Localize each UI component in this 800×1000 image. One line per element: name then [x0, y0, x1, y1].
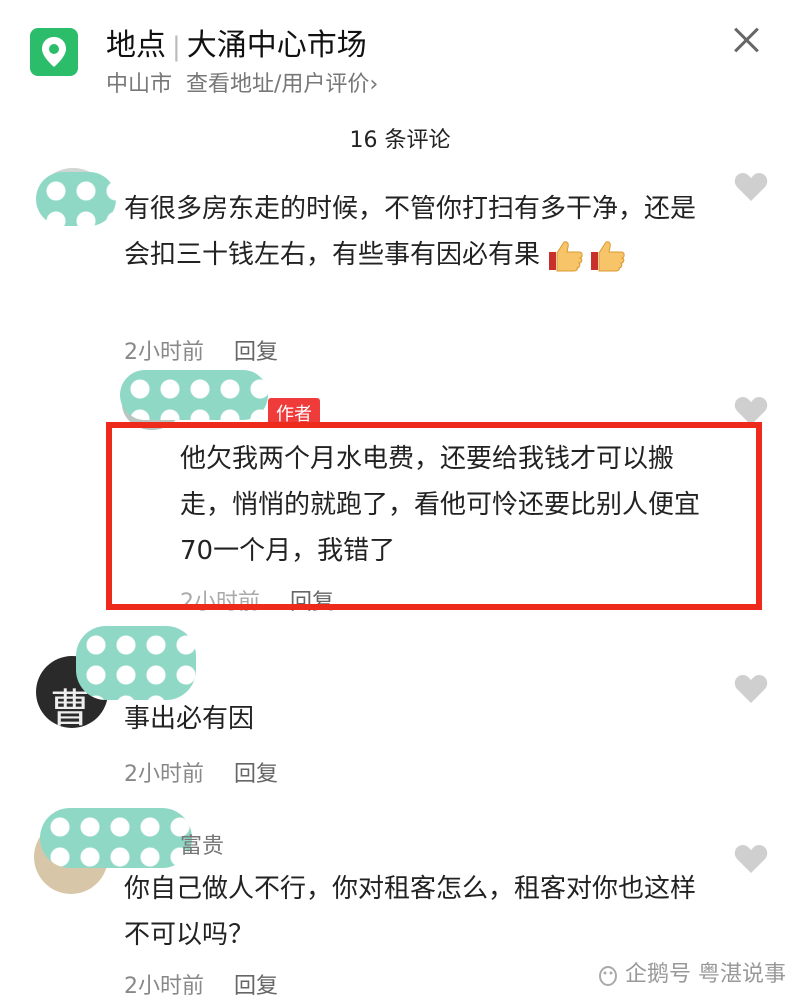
location-title[interactable]: 地点 | 大涌中心市场 — [106, 20, 367, 64]
comment-time: 2小时前 — [124, 974, 204, 999]
like-heart-icon[interactable] — [734, 172, 768, 202]
comment-meta: 2小时前 回复 — [124, 756, 278, 788]
reply-button[interactable]: 回复 — [234, 762, 278, 787]
highlight-box — [106, 422, 762, 610]
like-heart-icon[interactable] — [734, 844, 768, 874]
chevron-right-icon: › — [369, 72, 379, 97]
username-mosaic — [120, 370, 268, 420]
username-mosaic — [76, 626, 196, 700]
thumbs-up-emoji-icon — [548, 240, 584, 272]
place-label: 地点 — [106, 28, 166, 63]
comment-meta: 2小时前 回复 — [124, 334, 278, 366]
view-address-link[interactable]: 查看地址/用户评价› — [186, 72, 378, 97]
comment-text: 你自己做人不行，你对租客怎么，租客对你也这样不可以吗？ — [124, 874, 697, 950]
username-mosaic — [40, 808, 192, 868]
username-partial: 富贵 — [180, 834, 225, 859]
thumbs-up-emoji-icon — [590, 240, 626, 272]
reply-button[interactable]: 回复 — [234, 340, 278, 365]
title-divider: | — [172, 32, 181, 62]
penguin-logo-icon — [599, 966, 617, 986]
comment-text: 有很多房东走的时候，不管你打扫有多干净，还是会扣三十钱左右，有些事有因必有果 — [124, 194, 697, 272]
close-icon[interactable] — [732, 26, 760, 54]
city-label: 中山市 — [106, 72, 173, 97]
location-header: 地点 | 大涌中心市场 中山市 查看地址/用户评价› — [0, 0, 800, 110]
watermark: 企鹅号 粤湛说事 — [597, 956, 786, 988]
like-heart-icon[interactable] — [734, 674, 768, 704]
comment-time: 2小时前 — [124, 762, 204, 787]
comment-text: 事出必有因 — [124, 704, 255, 734]
location-pin-icon — [30, 28, 78, 76]
place-name: 大涌中心市场 — [186, 28, 367, 63]
comment-meta: 2小时前 回复 — [124, 968, 278, 1000]
reply-button[interactable]: 回复 — [234, 974, 278, 999]
comment-count: 16 条评论 — [349, 128, 451, 153]
comment-time: 2小时前 — [124, 340, 204, 365]
location-subtitle: 中山市 查看地址/用户评价› — [106, 66, 378, 98]
username-mosaic — [36, 172, 116, 226]
